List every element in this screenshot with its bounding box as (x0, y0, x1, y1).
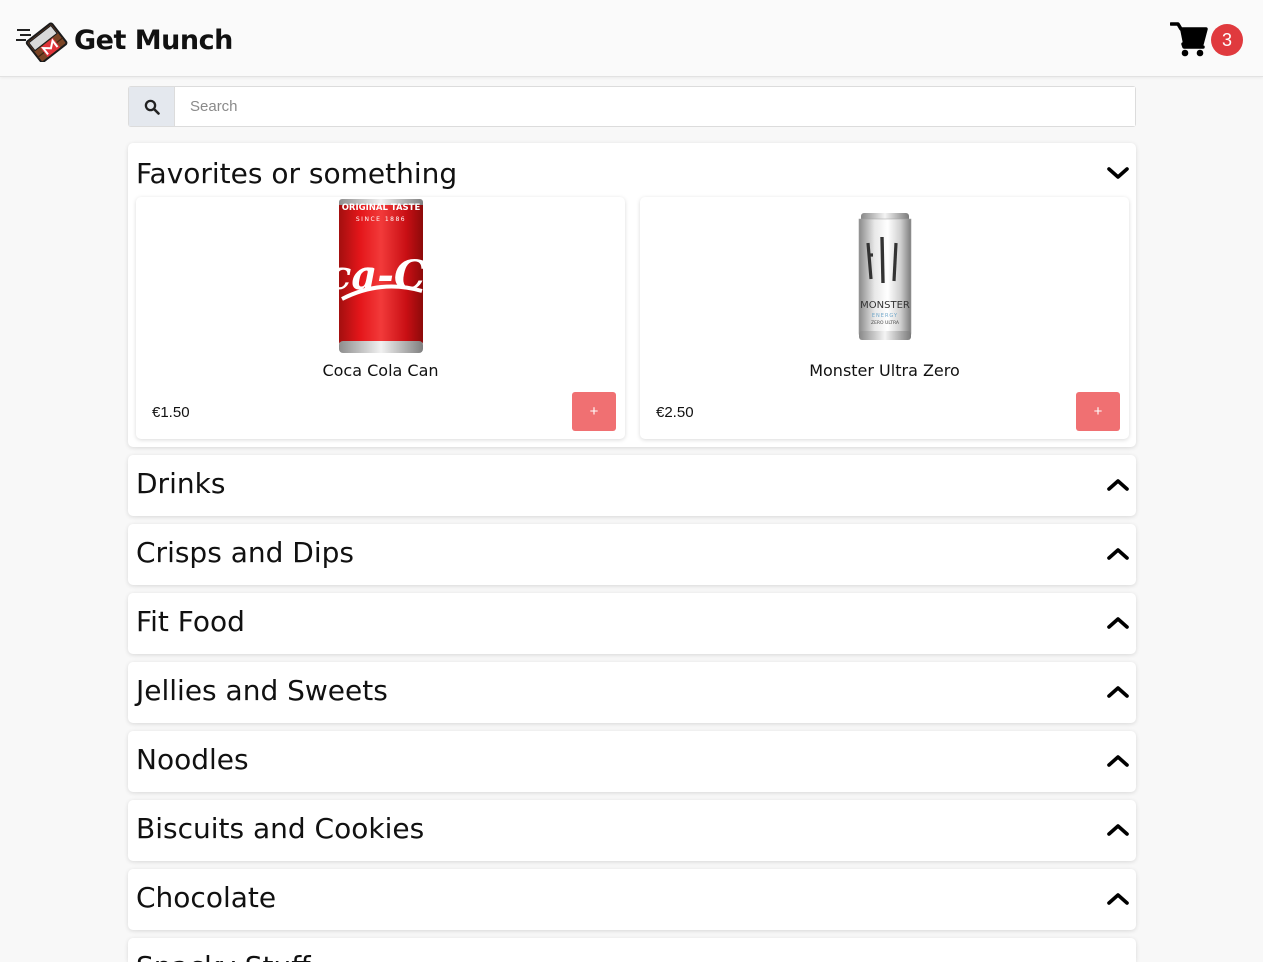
chocolate-bar-logo-icon (16, 22, 68, 62)
svg-text:ZERO ULTRA: ZERO ULTRA (871, 320, 900, 326)
section-title: Biscuits and Cookies (136, 812, 425, 845)
product-name: Monster Ultra Zero (809, 361, 960, 380)
navbar: Get Munch 3 (0, 0, 1263, 77)
product-price: €1.50 (152, 404, 190, 421)
search-bar (128, 86, 1136, 127)
chevron-up-icon[interactable] (1107, 477, 1129, 493)
section-title: Drinks (136, 467, 226, 500)
search-input[interactable] (175, 87, 1135, 126)
chevron-up-icon[interactable] (1107, 891, 1129, 907)
category-crisps-and-dips[interactable]: Crisps and Dips (128, 524, 1136, 585)
search-addon (129, 87, 175, 126)
chevron-up-icon[interactable] (1107, 822, 1129, 838)
category-noodles[interactable]: Noodles (128, 731, 1136, 792)
product-card: ORIGINAL TASTE SINCE 1886 Coca-Cola Coca… (136, 197, 625, 439)
svg-text:SINCE 1886: SINCE 1886 (356, 216, 406, 223)
coca-cola-can-image: ORIGINAL TASTE SINCE 1886 Coca-Cola (302, 199, 460, 353)
svg-text:Coca-Cola: Coca-Cola (302, 252, 460, 299)
section-title: Noodles (136, 743, 249, 776)
category-jellies-and-sweets[interactable]: Jellies and Sweets (128, 662, 1136, 723)
brand-link[interactable]: Get Munch (16, 18, 233, 62)
category-drinks[interactable]: Drinks (128, 455, 1136, 516)
shopping-cart-icon (1170, 22, 1208, 57)
add-to-cart-button[interactable]: + (1076, 392, 1120, 431)
product-card: MONSTER ENERGY ZERO ULTRA Monster Ultra … (640, 197, 1129, 439)
section-title: Crisps and Dips (136, 536, 354, 569)
favorites-header[interactable]: Favorites or something (128, 143, 1136, 204)
svg-text:ORIGINAL TASTE: ORIGINAL TASTE (342, 203, 421, 213)
section-title: Favorites or something (136, 157, 458, 190)
add-to-cart-button[interactable]: + (572, 392, 616, 431)
category-snacky-stuff[interactable]: Snacky Stuff (128, 938, 1136, 962)
search-icon (144, 99, 160, 115)
chevron-up-icon[interactable] (1107, 753, 1129, 769)
cart-count-badge: 3 (1211, 24, 1243, 56)
monster-can-image: MONSTER ENERGY ZERO ULTRA (858, 213, 912, 340)
category-chocolate[interactable]: Chocolate (128, 869, 1136, 930)
section-title: Snacky Stuff (136, 950, 311, 962)
svg-text:MONSTER: MONSTER (860, 300, 910, 311)
chevron-down-icon[interactable] (1107, 165, 1129, 181)
brand-name: Get Munch (74, 24, 233, 56)
chevron-up-icon[interactable] (1107, 684, 1129, 700)
cart-button[interactable]: 3 (1170, 20, 1244, 60)
chevron-up-icon[interactable] (1107, 546, 1129, 562)
section-title: Fit Food (136, 605, 245, 638)
product-image: ORIGINAL TASTE SINCE 1886 Coca-Cola (302, 197, 460, 355)
category-biscuits-and-cookies[interactable]: Biscuits and Cookies (128, 800, 1136, 861)
svg-text:ENERGY: ENERGY (872, 313, 898, 319)
category-fit-food[interactable]: Fit Food (128, 593, 1136, 654)
product-name: Coca Cola Can (322, 361, 439, 380)
product-image: MONSTER ENERGY ZERO ULTRA (806, 197, 964, 355)
section-title: Jellies and Sweets (136, 674, 388, 707)
favorites-section: Favorites or something ORIGINAL TASTE SI… (128, 143, 1136, 447)
product-price: €2.50 (656, 404, 694, 421)
section-title: Chocolate (136, 881, 277, 914)
chevron-up-icon[interactable] (1107, 615, 1129, 631)
